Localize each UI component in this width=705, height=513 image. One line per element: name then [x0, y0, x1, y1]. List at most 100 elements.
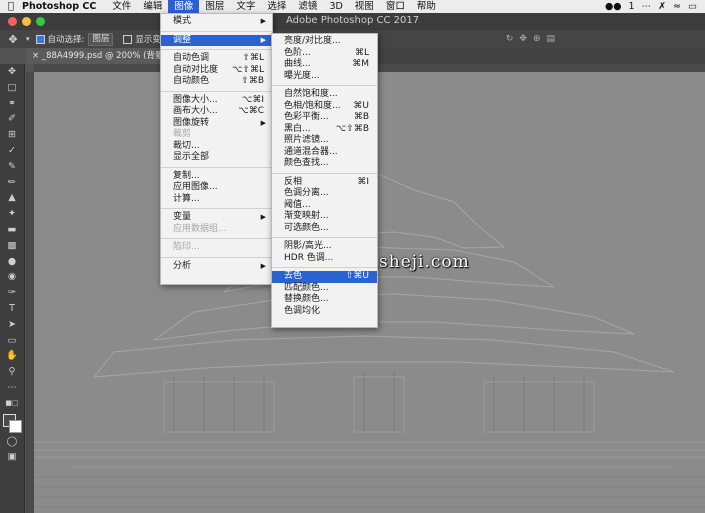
menu-item-adjustments[interactable]: 调整 ▶ — [161, 34, 272, 46]
rectangle-tool-icon[interactable]: ▭ — [0, 333, 24, 349]
healing-brush-tool-icon[interactable]: ✎ — [0, 159, 24, 175]
wechat-icon[interactable]: ●● — [605, 1, 622, 12]
menu-item-auto-color[interactable]: 自动颜色 ⇧⌘B — [161, 76, 272, 88]
menu-item-threshold[interactable]: 阈值... — [272, 200, 377, 212]
menu-help[interactable]: 帮助 — [411, 0, 442, 13]
menu-item-shadows-highlights[interactable]: 阴影/高光... — [272, 241, 377, 253]
move-tool-icon[interactable]: ✥ — [0, 64, 24, 80]
quick-select-tool-icon[interactable]: ✐ — [0, 111, 24, 127]
menu-item-channel-mixer[interactable]: 通道混合器... — [272, 147, 377, 159]
clone-stamp-tool-icon[interactable]: ▲ — [0, 190, 24, 206]
menu-item-color-balance[interactable]: 色彩平衡... ⌘B — [272, 112, 377, 124]
menu-item-black-white[interactable]: 黑白... ⌥⇧⌘B — [272, 124, 377, 136]
menu-item-label: 通道混合器... — [284, 146, 338, 157]
menu-item-label: 色调分离... — [284, 188, 329, 198]
tab-close-icon[interactable]: × — [32, 51, 39, 61]
menu-item-label: 可选颜色... — [284, 222, 329, 233]
menu-item-apply-image[interactable]: 应用图像... — [161, 182, 272, 194]
menu-select[interactable]: 选择 — [261, 0, 292, 13]
lasso-tool-icon[interactable]: ⚭ — [0, 96, 24, 112]
menu-item-levels[interactable]: 色阶... ⌘L — [272, 48, 377, 60]
menu-item-image-size[interactable]: 图像大小... ⌥⌘I — [161, 95, 272, 107]
menu-item-canvas-size[interactable]: 画布大小... ⌥⌘C — [161, 106, 272, 118]
default-colors-icon[interactable]: ■□ — [0, 396, 24, 412]
eraser-tool-icon[interactable]: ▬ — [0, 222, 24, 238]
zoom-tool-icon[interactable]: ⚲ — [0, 364, 24, 380]
menu-item-image-rotation[interactable]: 图像旋转 ▶ — [161, 118, 272, 130]
menu-type[interactable]: 文字 — [230, 0, 261, 13]
menu-filter[interactable]: 滤镜 — [292, 0, 323, 13]
background-color-swatch[interactable] — [9, 419, 22, 433]
bluetooth-icon[interactable]: ✗ — [658, 1, 666, 12]
menu-item-calculations[interactable]: 计算... — [161, 194, 272, 206]
rotate-3d-icon[interactable]: ↻ — [506, 34, 514, 44]
tool-preset-arrow-icon[interactable]: ▾ — [26, 35, 30, 43]
menu-item-analysis[interactable]: 分析 ▶ — [161, 261, 272, 273]
menu-item-selective-color[interactable]: 可选颜色... — [272, 223, 377, 235]
type-tool-icon[interactable]: T — [0, 301, 24, 317]
scale-3d-icon[interactable]: ▤ — [546, 34, 555, 44]
screen-mode-icon[interactable]: ▣ — [0, 449, 24, 465]
menu-item-posterize[interactable]: 色调分离... — [272, 188, 377, 200]
marquee-tool-icon[interactable]: □ — [0, 80, 24, 96]
menu-item-exposure[interactable]: 曝光度... — [272, 71, 377, 83]
pan-3d-icon[interactable]: ✥ — [519, 34, 527, 44]
menu-layer[interactable]: 图层 — [199, 0, 230, 13]
menu-item-hue-saturation[interactable]: 色相/饱和度... ⌘U — [272, 101, 377, 113]
menu-item-color-lookup[interactable]: 颜色查找... — [272, 158, 377, 170]
dots-icon[interactable]: ⋯ — [642, 1, 652, 12]
more-tools-icon[interactable]: ⋯ — [0, 380, 24, 396]
menu-image[interactable]: 图像 — [168, 0, 200, 13]
menu-item-label: 图像大小... — [173, 94, 218, 105]
menu-item-label: 色阶... — [284, 47, 311, 58]
menu-item-shortcut: ⌘M — [352, 59, 369, 69]
brush-tool-icon[interactable]: ✏ — [0, 175, 24, 191]
menu-window[interactable]: 窗口 — [380, 0, 411, 13]
menu-view[interactable]: 视图 — [349, 0, 380, 13]
menu-item-trim[interactable]: 裁切... — [161, 141, 272, 153]
hand-tool-icon[interactable]: ✋ — [0, 348, 24, 364]
menu-item-desaturate[interactable]: 去色 ⇧⌘U — [272, 271, 377, 283]
menu-edit[interactable]: 编辑 — [137, 0, 168, 13]
menu-item-replace-color[interactable]: 替换颜色... — [272, 294, 377, 306]
menu-item-invert[interactable]: 反相 ⌘I — [272, 177, 377, 189]
menu-file[interactable]: 文件 — [106, 0, 137, 13]
menu-item-duplicate[interactable]: 复制... — [161, 171, 272, 183]
quick-mask-icon[interactable]: ◯ — [0, 434, 24, 450]
history-brush-tool-icon[interactable]: ✦ — [0, 206, 24, 222]
app-menu-photoshop[interactable]: Photoshop CC — [22, 1, 96, 12]
auto-select-dropdown[interactable]: 图层 — [88, 32, 114, 46]
menu-item-mode[interactable]: 模式 ▶ — [161, 16, 272, 28]
move-tool-icon[interactable]: ✥ — [0, 33, 26, 46]
menu-item-shortcut: ⌘I — [357, 176, 369, 187]
menu-item-auto-contrast[interactable]: 自动对比度 ⌥⇧⌘L — [161, 65, 272, 77]
slide-3d-icon[interactable]: ⊕ — [533, 34, 541, 44]
menu-item-photo-filter[interactable]: 照片滤镜... — [272, 135, 377, 147]
menu-item-variables[interactable]: 变量 ▶ — [161, 212, 272, 224]
menu-item-crop[interactable]: 裁剪 — [161, 129, 272, 141]
menu-item-curves[interactable]: 曲线... ⌘M — [272, 59, 377, 71]
auto-select-checkbox[interactable] — [35, 34, 45, 44]
pen-tool-icon[interactable]: ✑ — [0, 285, 24, 301]
menu-item-gradient-map[interactable]: 渐变映射... — [272, 211, 377, 223]
eyedropper-tool-icon[interactable]: ✓ — [0, 143, 24, 159]
menu-item-equalize[interactable]: 色调均化 — [272, 306, 377, 318]
menu-item-hdr-toning[interactable]: HDR 色调... — [272, 253, 377, 265]
show-transform-checkbox[interactable] — [123, 34, 133, 44]
menu-item-match-color[interactable]: 匹配颜色... — [272, 283, 377, 295]
menu-item-auto-tone[interactable]: 自动色调 ⇧⌘L — [161, 53, 272, 65]
menu-item-label: HDR 色调... — [284, 252, 334, 263]
menu-3d[interactable]: 3D — [323, 0, 348, 13]
path-select-tool-icon[interactable]: ➤ — [0, 317, 24, 333]
menu-item-shortcut: ⌥⇧⌘L — [232, 64, 264, 75]
menu-item-label: 自然饱和度... — [284, 89, 338, 99]
crop-tool-icon[interactable]: ⊞ — [0, 127, 24, 143]
menu-item-brightness-contrast[interactable]: 亮度/对比度... — [272, 36, 377, 48]
menu-item-apply-data-set[interactable]: 应用数据组... — [161, 224, 272, 236]
apple-icon[interactable]:  — [0, 1, 22, 12]
battery-icon[interactable]: ▭ — [688, 1, 697, 12]
menu-item-reveal-all[interactable]: 显示全部 — [161, 152, 272, 164]
menu-item-vibrance[interactable]: 自然饱和度... — [272, 89, 377, 101]
wifi-icon[interactable]: ≈ — [673, 1, 681, 12]
menu-item-trap[interactable]: 陷印... — [161, 242, 272, 254]
